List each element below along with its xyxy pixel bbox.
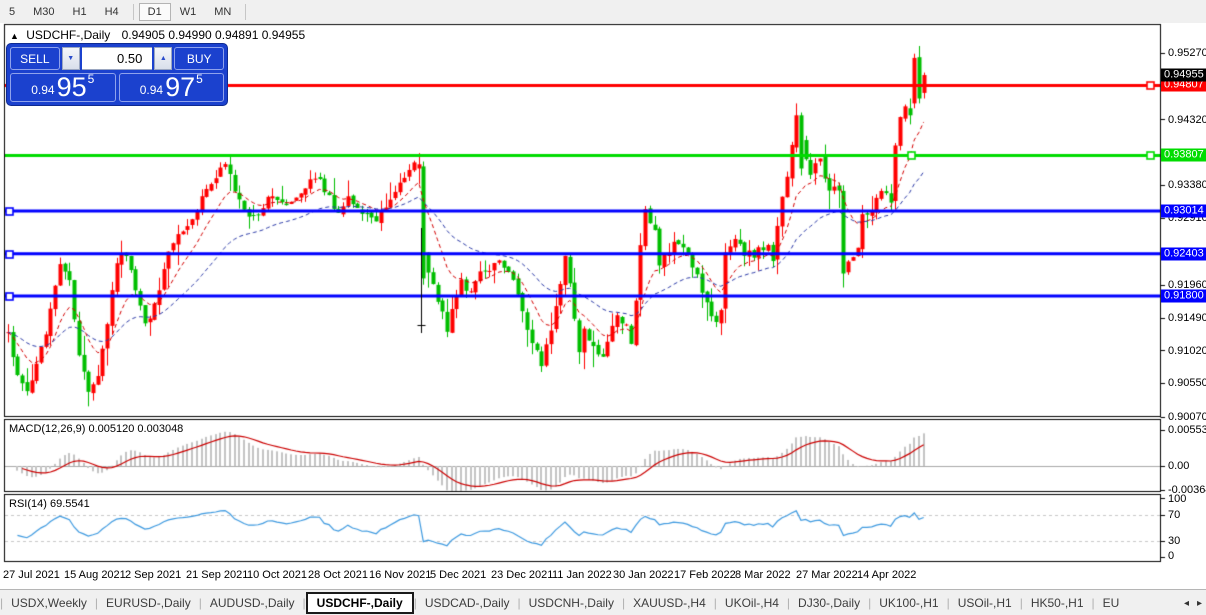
price-axis-label: 0.94320 bbox=[1168, 114, 1206, 126]
hline-price-badge: 0.91800 bbox=[1161, 289, 1206, 302]
symbol-period-label: USDCHF-,Daily bbox=[26, 28, 110, 42]
timeframe-button-m30[interactable]: M30 bbox=[24, 3, 63, 21]
date-axis-label: 2 Sep 2021 bbox=[125, 569, 181, 581]
rsi-axis-label: 0 bbox=[1168, 550, 1174, 562]
sell-price-prefix: 0.94 bbox=[31, 83, 54, 97]
price-axis-label: 0.91020 bbox=[1168, 345, 1206, 357]
date-axis-label: 17 Feb 2022 bbox=[674, 569, 736, 581]
buy-price-box[interactable]: 0.94 97 5 bbox=[119, 73, 225, 102]
date-axis-label: 21 Sep 2021 bbox=[186, 569, 248, 581]
symbol-tab-dj30-daily[interactable]: DJ30-,Daily bbox=[790, 592, 868, 614]
price-axis-label: 0.91490 bbox=[1168, 312, 1206, 324]
collapse-arrow-icon[interactable]: ▲ bbox=[10, 31, 19, 41]
timeframe-button-mn[interactable]: MN bbox=[205, 3, 240, 21]
timeframe-button-h4[interactable]: H4 bbox=[96, 3, 128, 21]
date-axis-label: 27 Jul 2021 bbox=[3, 569, 60, 581]
date-axis-label: 10 Oct 2021 bbox=[247, 569, 307, 581]
tab-scroll-right-icon[interactable]: ▸ bbox=[1197, 598, 1202, 609]
hline-price-badge: 0.93014 bbox=[1161, 204, 1206, 217]
macd-label: MACD(12,26,9) 0.005120 0.003048 bbox=[9, 423, 183, 435]
volume-input[interactable]: 0.50 bbox=[82, 47, 153, 70]
date-axis-label: 23 Dec 2021 bbox=[491, 569, 553, 581]
date-axis-label: 11 Jan 2022 bbox=[552, 569, 612, 581]
symbol-tab-xauusd-h4[interactable]: XAUUSD-,H4 bbox=[625, 592, 714, 614]
buy-price-prefix: 0.94 bbox=[140, 83, 163, 97]
hline-price-badge: 0.92403 bbox=[1161, 247, 1206, 260]
toolbar-separator bbox=[245, 4, 246, 20]
macd-axis-label: 0.00 bbox=[1168, 460, 1189, 472]
price-axis-label: 0.93380 bbox=[1168, 179, 1206, 191]
timeframe-button-d1[interactable]: D1 bbox=[139, 3, 171, 21]
symbol-tab-usdcad-daily[interactable]: USDCAD-,Daily bbox=[417, 592, 518, 614]
date-axis-label: 8 Mar 2022 bbox=[735, 569, 791, 581]
timeframe-button-h1[interactable]: H1 bbox=[64, 3, 96, 21]
sell-price-big: 95 bbox=[57, 74, 87, 100]
date-axis-label: 28 Oct 2021 bbox=[308, 569, 368, 581]
symbol-tab-hk50-h1[interactable]: HK50-,H1 bbox=[1023, 592, 1092, 614]
timeframe-button-w1[interactable]: W1 bbox=[171, 3, 206, 21]
hline-price-badge: 0.93807 bbox=[1161, 149, 1206, 162]
symbol-tab-usdx-weekly[interactable]: USDX,Weekly bbox=[3, 592, 95, 614]
symbol-tab-bar: |USDX,Weekly|EURUSD-,Daily|AUDUSD-,Daily… bbox=[0, 589, 1206, 615]
date-axis-label: 27 Mar 2022 bbox=[796, 569, 858, 581]
volume-decrease-button[interactable]: ▼ bbox=[62, 47, 80, 70]
volume-increase-button[interactable]: ▲ bbox=[154, 47, 172, 70]
rsi-axis-label: 30 bbox=[1168, 535, 1180, 547]
timeframe-toolbar: 5M30H1H4 D1W1MN bbox=[0, 0, 1206, 23]
sell-button[interactable]: SELL bbox=[10, 47, 60, 70]
symbol-tab-audusd-daily[interactable]: AUDUSD-,Daily bbox=[202, 592, 303, 614]
buy-price-pip: 5 bbox=[196, 72, 203, 86]
date-axis-label: 5 Dec 2021 bbox=[430, 569, 486, 581]
symbol-tab-uk100-h1[interactable]: UK100-,H1 bbox=[871, 592, 946, 614]
tab-scroll-left-icon[interactable]: ◂ bbox=[1184, 598, 1189, 609]
price-axis-label: 0.90550 bbox=[1168, 377, 1206, 389]
date-axis-label: 15 Aug 2021 bbox=[64, 569, 126, 581]
macd-axis-label: 0.005537 bbox=[1168, 424, 1206, 436]
buy-button[interactable]: BUY bbox=[174, 47, 224, 70]
symbol-tab-ukoil-h4[interactable]: UKOil-,H4 bbox=[717, 592, 787, 614]
rsi-axis-label: 100 bbox=[1168, 493, 1186, 505]
rsi-label: RSI(14) 69.5541 bbox=[9, 498, 90, 510]
timeframe-button-5[interactable]: 5 bbox=[0, 3, 24, 21]
rsi-axis-label: 70 bbox=[1168, 509, 1180, 521]
date-axis-label: 16 Nov 2021 bbox=[369, 569, 431, 581]
sell-price-box[interactable]: 0.94 95 5 bbox=[10, 73, 116, 102]
price-axis-label: 0.95270 bbox=[1168, 47, 1206, 59]
date-axis-label: 30 Jan 2022 bbox=[613, 569, 674, 581]
date-axis-label: 14 Apr 2022 bbox=[857, 569, 916, 581]
toolbar-separator bbox=[133, 4, 134, 20]
buy-price-big: 97 bbox=[165, 74, 195, 100]
symbol-tab-usdchf-daily[interactable]: USDCHF-,Daily bbox=[306, 592, 414, 614]
symbol-tab-eurusd-daily[interactable]: EURUSD-,Daily bbox=[98, 592, 199, 614]
ohlc-values: 0.94905 0.94990 0.94891 0.94955 bbox=[122, 28, 306, 42]
sell-price-pip: 5 bbox=[88, 72, 95, 86]
one-click-trade-panel: SELL ▼ 0.50 ▲ BUY 0.94 95 5 0.94 97 5 bbox=[7, 44, 227, 105]
platform-window: 5M30H1H4D1W1MN ▲ USDCHF-,Daily 0.94905 0… bbox=[0, 0, 1206, 615]
chart-title: ▲ USDCHF-,Daily 0.94905 0.94990 0.94891 … bbox=[10, 28, 305, 42]
symbol-tab-eu[interactable]: EU bbox=[1095, 592, 1128, 614]
symbol-tab-usoil-h1[interactable]: USOil-,H1 bbox=[950, 592, 1020, 614]
current-price-badge: 0.94955 bbox=[1161, 69, 1206, 82]
symbol-tab-usdcnh-daily[interactable]: USDCNH-,Daily bbox=[521, 592, 622, 614]
price-axis-label: 0.90070 bbox=[1168, 411, 1206, 423]
tab-scroll-buttons: ◂▸ bbox=[1180, 590, 1202, 615]
